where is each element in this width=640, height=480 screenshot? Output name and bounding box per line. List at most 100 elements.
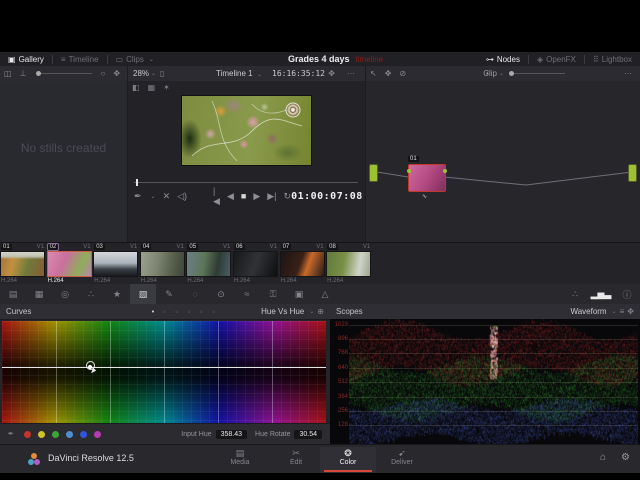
primaries-bars-icon[interactable]: ∴ xyxy=(78,289,104,300)
page-media[interactable]: ▤ Media xyxy=(212,447,268,473)
enhanced-viewer-icon[interactable]: ✶ xyxy=(163,83,170,92)
clip-item-08[interactable]: 08V1 H.264 xyxy=(326,243,371,283)
project-manager-icon[interactable]: ⌂ xyxy=(600,452,606,463)
panel-toggle-icon[interactable]: ◫ xyxy=(4,69,12,78)
clip-thumbnail[interactable] xyxy=(93,251,138,277)
skip-back-button[interactable]: |◀ xyxy=(213,186,220,207)
viewer-zoom-level[interactable]: 28% xyxy=(133,69,149,78)
color-wheels-icon[interactable]: ◎ xyxy=(52,289,78,300)
scopes-toggle-icon[interactable]: ▂▅▃ xyxy=(588,289,614,300)
options-menu-icon[interactable]: ··· xyxy=(624,69,632,78)
sizing-icon[interactable]: ▣ xyxy=(286,289,312,300)
still-albums-icon[interactable]: ⊥ xyxy=(20,69,27,78)
input-hue-value[interactable]: 358.43 xyxy=(216,430,247,439)
gallery-zoom-slider[interactable] xyxy=(36,73,92,74)
clip-item-01[interactable]: 01V1 H.264 xyxy=(0,243,45,283)
eyedropper-icon[interactable]: ✒ xyxy=(8,430,14,438)
scope-mode-label: Waveform xyxy=(570,307,606,316)
camera-raw-icon[interactable]: ▤ xyxy=(0,289,26,300)
qualifier-icon[interactable]: ✎ xyxy=(156,289,182,300)
play-button[interactable]: ▶ xyxy=(253,191,260,202)
color-match-icon[interactable]: ▦ xyxy=(26,289,52,300)
clip-thumbnail[interactable] xyxy=(0,251,45,277)
clip-thumbnail[interactable] xyxy=(280,251,325,277)
tracker-icon[interactable]: ⊙ xyxy=(208,289,234,300)
playhead[interactable] xyxy=(136,179,138,186)
key-icon[interactable]: ⚿ xyxy=(260,289,286,300)
page-deliver[interactable]: ➹ Deliver xyxy=(374,447,430,473)
stereo-3d-icon[interactable]: △ xyxy=(312,289,338,300)
skip-forward-button[interactable]: ▶| xyxy=(267,191,276,202)
rgb-mixer-icon[interactable]: ★ xyxy=(104,289,130,300)
pan-tool-icon[interactable]: ✥ xyxy=(385,69,392,78)
node-mode-selector[interactable]: Clip ⌄ xyxy=(483,69,570,78)
clip-item-04[interactable]: 04V1 H.264 xyxy=(140,243,185,283)
search-icon[interactable]: ○ xyxy=(101,69,106,78)
tab-gallery[interactable]: ▣ Gallery xyxy=(0,52,52,66)
source-node[interactable] xyxy=(369,164,378,182)
wipe-mode-icon[interactable]: ◧ xyxy=(132,83,140,92)
video-preview[interactable] xyxy=(181,95,312,166)
scope-settings-icon[interactable]: ≡ xyxy=(620,307,625,316)
disable-node-icon[interactable]: ⊘ xyxy=(399,69,406,78)
tab-nodes[interactable]: ⊶ Nodes xyxy=(478,52,528,66)
clip-thumbnail[interactable] xyxy=(47,251,92,277)
clip-item-07[interactable]: 07V1 H.264 xyxy=(280,243,325,283)
curves-icon[interactable]: ▧ xyxy=(130,284,156,304)
tab-lightbox[interactable]: ⠿ Lightbox xyxy=(585,52,640,66)
info-icon[interactable]: ⓘ xyxy=(614,288,640,301)
loop-button[interactable]: ↻ xyxy=(284,191,292,202)
output-node[interactable] xyxy=(628,164,637,182)
swatch-blue[interactable] xyxy=(80,431,87,438)
unmix-icon[interactable]: ✕ xyxy=(163,191,171,202)
image-wipe-icon[interactable]: ▯ xyxy=(160,69,164,78)
scope-mode-selector[interactable]: Waveform ⌄ ≡ ✥ xyxy=(570,307,640,316)
hue-rotate-value[interactable]: 30.54 xyxy=(294,430,322,439)
clip-item-03[interactable]: 03V1 H.264 xyxy=(93,243,138,283)
swatch-red[interactable] xyxy=(24,431,31,438)
clip-item-02-selected[interactable]: 02V1 H.264 xyxy=(47,243,92,283)
swatch-cyan[interactable] xyxy=(66,431,73,438)
clip-item-06[interactable]: 06V1 H.264 xyxy=(233,243,278,283)
timeline-selector[interactable]: Timeline 1 ⌄ xyxy=(216,69,262,78)
clip-thumbnail[interactable] xyxy=(233,251,278,277)
hue-vs-hue-graph[interactable] xyxy=(2,321,326,423)
node-graph[interactable]: 01 ∿ xyxy=(366,81,640,242)
expand-icon[interactable]: ✥ xyxy=(627,307,634,316)
node-zoom-slider[interactable] xyxy=(509,73,565,74)
clip-thumbnail[interactable] xyxy=(326,251,371,277)
viewer-timecode[interactable]: 16:16:35:12 xyxy=(272,69,325,78)
cursor-tool-icon[interactable]: ↖ xyxy=(370,69,377,78)
grab-still-icon[interactable]: ✒ xyxy=(134,191,142,202)
tab-clips[interactable]: ▭ Clips ⌄ xyxy=(108,52,162,66)
clip-thumbnail[interactable] xyxy=(186,251,231,277)
clip-item-05[interactable]: 05V1 H.264 xyxy=(186,243,231,283)
swatch-yellow[interactable] xyxy=(38,431,45,438)
page-edit[interactable]: ✂ Edit xyxy=(268,447,324,473)
viewer-scrub-bar[interactable] xyxy=(134,182,358,183)
options-menu-icon[interactable]: ··· xyxy=(347,69,355,78)
hue-curve-line[interactable] xyxy=(2,367,326,368)
curves-mode-selector[interactable]: Hue Vs Hue ⌄ ⊕ xyxy=(261,307,330,316)
power-window-icon[interactable]: ◌ xyxy=(182,289,208,299)
swatch-magenta[interactable] xyxy=(94,431,101,438)
curves-settings-icon[interactable]: ⊕ xyxy=(317,307,324,316)
curves-pager-dots[interactable]: • ∘ ∘ ∘ ∘ ∘ xyxy=(152,308,219,316)
node-input-dot[interactable] xyxy=(407,169,411,173)
settings-gear-icon[interactable]: ⚙ xyxy=(621,452,630,463)
blur-icon[interactable]: ≈ xyxy=(234,289,260,299)
split-screen-icon[interactable]: ▦ xyxy=(148,83,156,92)
tab-timeline[interactable]: ≡ Timeline xyxy=(53,52,107,66)
audio-mute-icon[interactable]: ◁) xyxy=(177,191,187,202)
swatch-green[interactable] xyxy=(52,431,59,438)
expand-icon[interactable]: ✥ xyxy=(328,69,335,78)
page-color[interactable]: ❂ Color xyxy=(320,447,376,473)
node-output-dot[interactable] xyxy=(443,169,447,173)
step-back-button[interactable]: ◀ xyxy=(227,191,234,202)
tab-openfx[interactable]: ◈ OpenFX xyxy=(529,52,584,66)
corrector-node-01[interactable]: 01 ∿ xyxy=(408,164,446,192)
clip-thumbnail[interactable] xyxy=(140,251,185,277)
keyframes-icon[interactable]: ∴ xyxy=(562,289,588,300)
stop-button[interactable]: ■ xyxy=(241,191,246,201)
expand-icon[interactable]: ✥ xyxy=(113,69,120,78)
